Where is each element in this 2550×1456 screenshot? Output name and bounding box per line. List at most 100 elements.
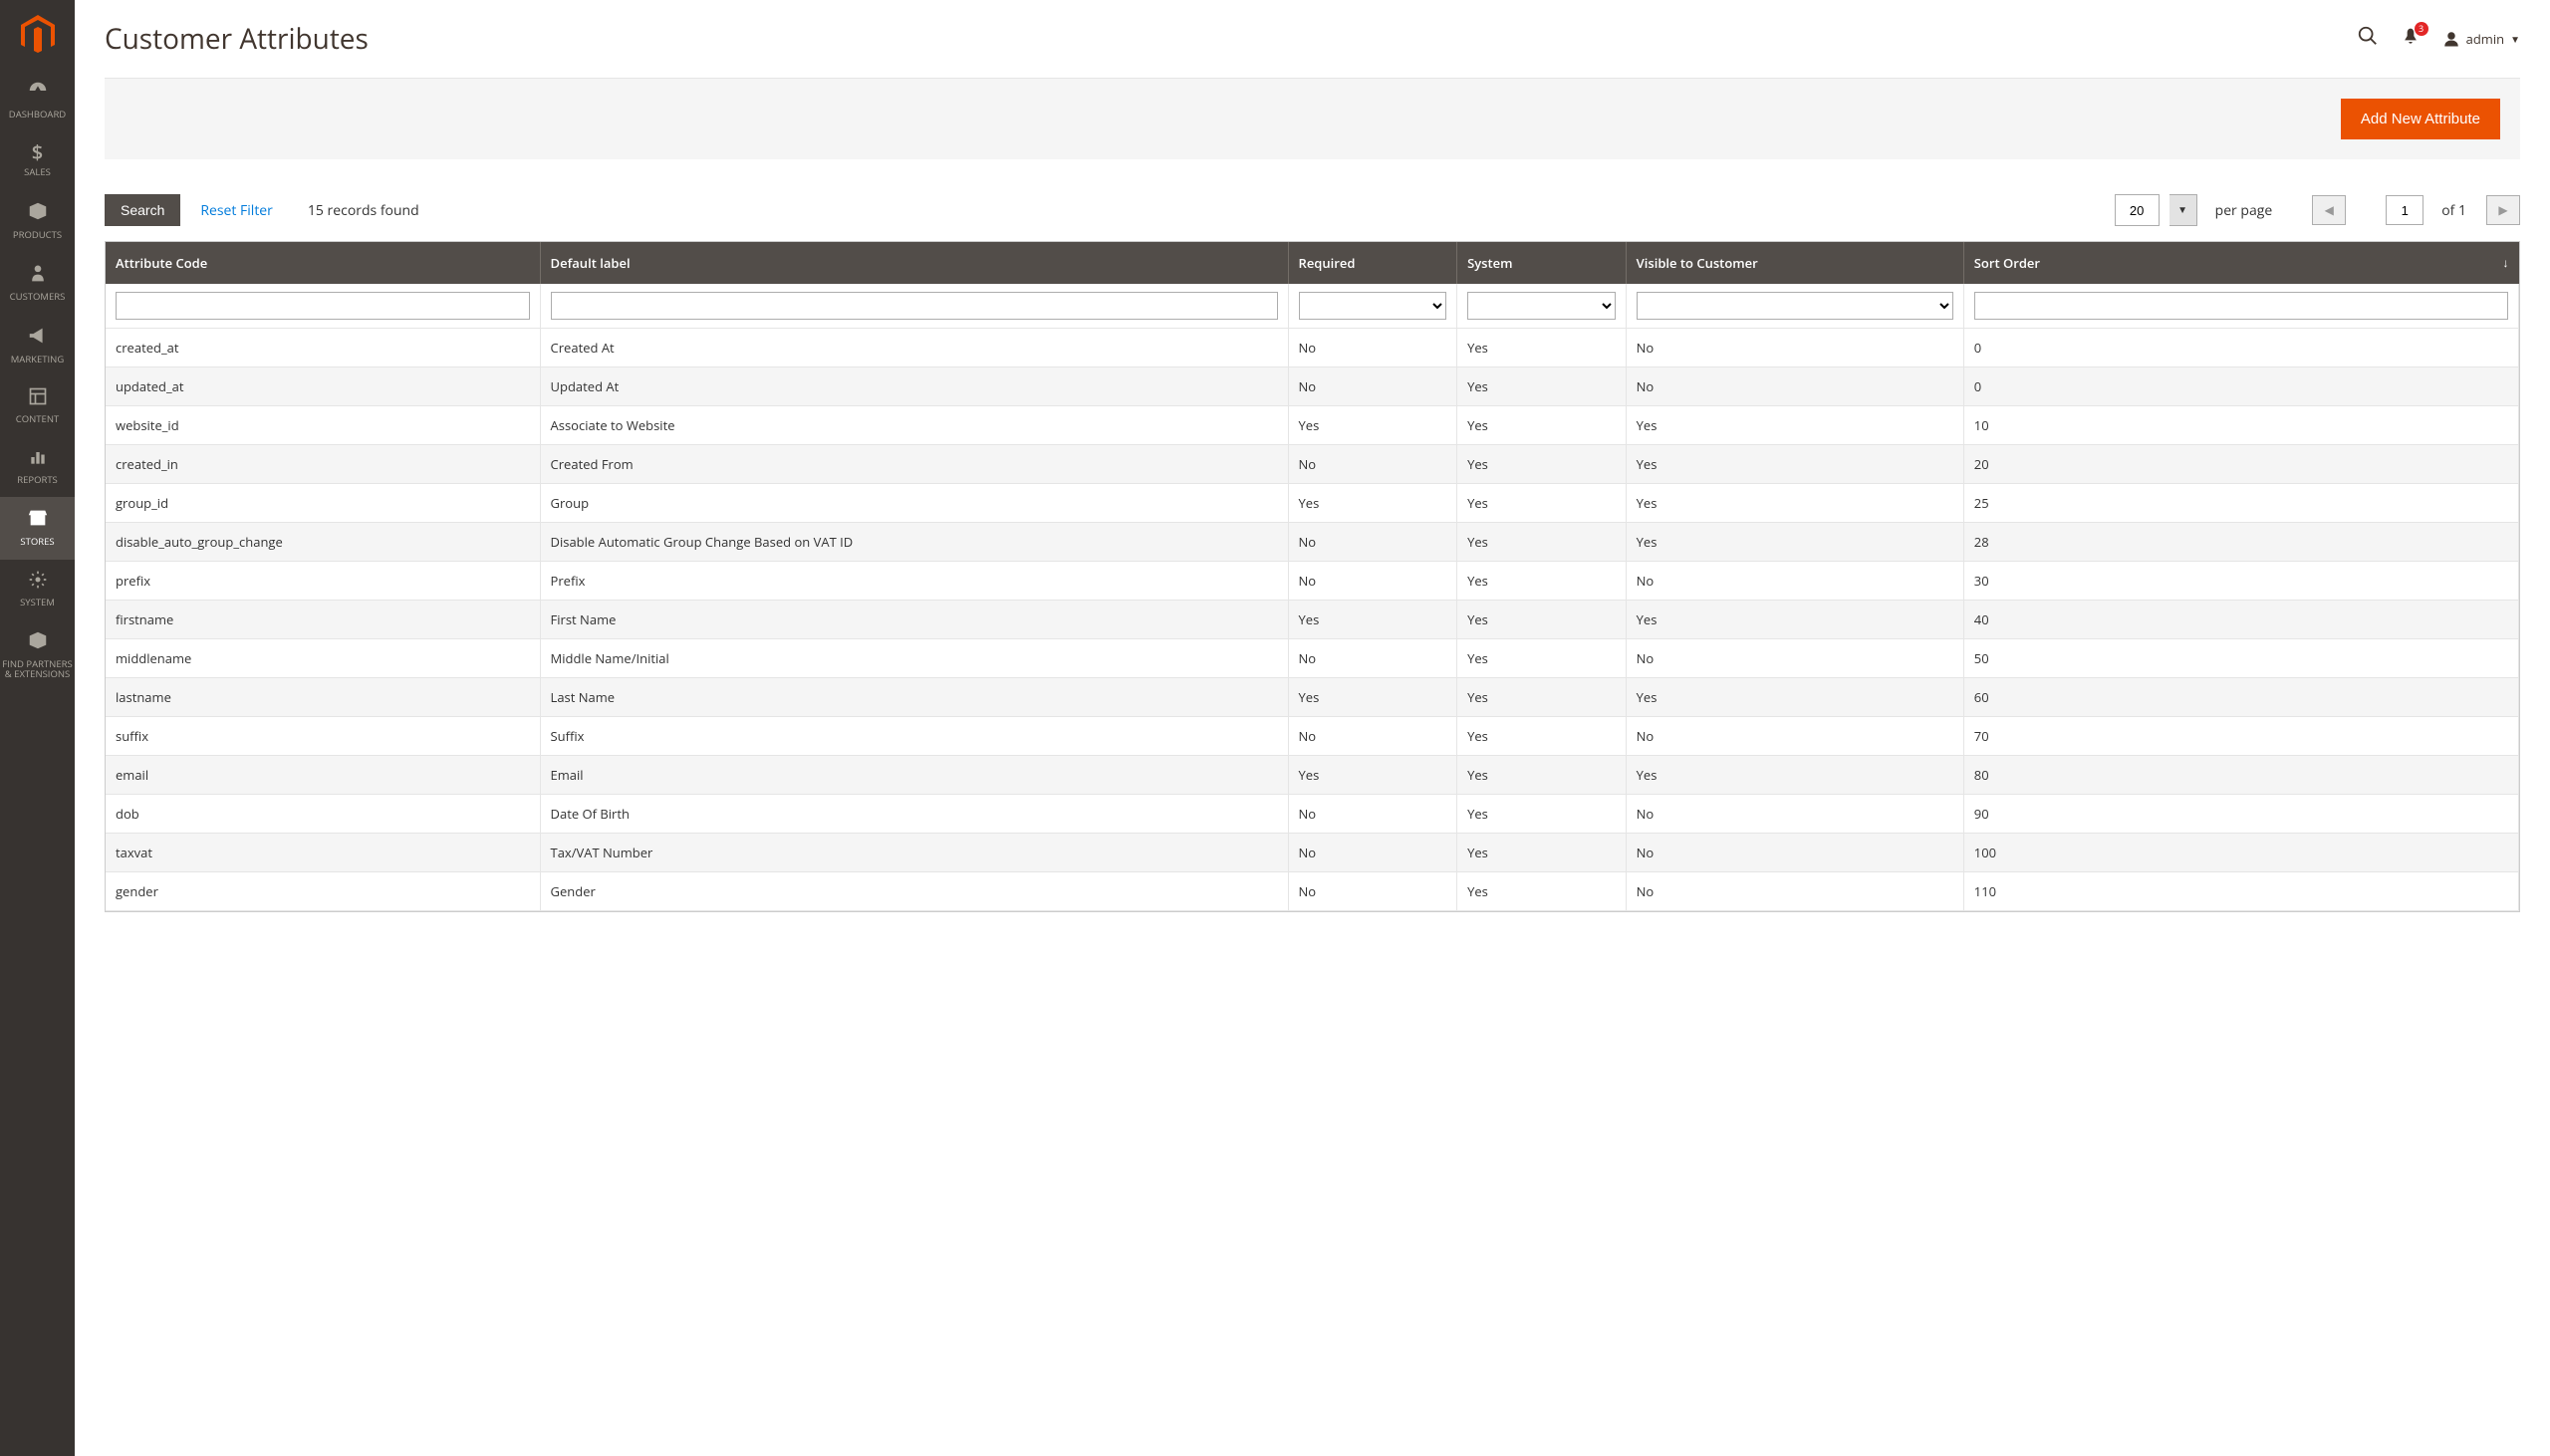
per-page-dropdown[interactable]: ▼: [2169, 194, 2197, 226]
nav-label: MARKETING: [11, 355, 64, 364]
cell-order: 30: [1963, 562, 2518, 601]
nav-item-marketing[interactable]: MARKETING: [0, 315, 75, 376]
cell-order: 50: [1963, 639, 2518, 678]
records-count: 15 records found: [308, 201, 419, 220]
cell-label: Created At: [540, 329, 1288, 367]
cell-req: Yes: [1288, 484, 1457, 523]
cell-vis: No: [1626, 562, 1963, 601]
table-row[interactable]: prefixPrefixNoYesNo30: [106, 562, 2519, 601]
table-row[interactable]: created_atCreated AtNoYesNo0: [106, 329, 2519, 367]
filter-system[interactable]: [1467, 292, 1616, 320]
cell-req: Yes: [1288, 406, 1457, 445]
nav-label: REPORTS: [17, 475, 58, 485]
cell-code: gender: [106, 872, 540, 911]
col-visible[interactable]: Visible to Customer: [1626, 242, 1963, 284]
cell-order: 0: [1963, 367, 2518, 406]
nav-item-customers[interactable]: CUSTOMERS: [0, 252, 75, 314]
search-button[interactable]: Search: [105, 194, 180, 226]
header-actions: 3 admin ▼: [2357, 25, 2520, 53]
grid-toolbar: Search Reset Filter 15 records found ▼ p…: [105, 194, 2520, 226]
per-page-input[interactable]: [2115, 194, 2160, 226]
col-required[interactable]: Required: [1288, 242, 1457, 284]
cell-order: 28: [1963, 523, 2518, 562]
cell-label: Last Name: [540, 678, 1288, 717]
table-row[interactable]: suffixSuffixNoYesNo70: [106, 717, 2519, 756]
table-row[interactable]: taxvatTax/VAT NumberNoYesNo100: [106, 834, 2519, 872]
attributes-grid: Attribute Code Default label Required Sy…: [105, 241, 2520, 912]
cell-req: No: [1288, 367, 1457, 406]
marketing-icon: [27, 325, 49, 351]
cell-sys: Yes: [1457, 562, 1627, 601]
sales-icon: $: [32, 141, 43, 163]
cell-vis: No: [1626, 834, 1963, 872]
nav-item-stores[interactable]: STORES: [0, 497, 75, 559]
cell-label: Prefix: [540, 562, 1288, 601]
nav-item-reports[interactable]: REPORTS: [0, 437, 75, 497]
cell-order: 100: [1963, 834, 2518, 872]
cell-req: Yes: [1288, 756, 1457, 795]
sort-asc-icon: ↓: [2503, 254, 2509, 271]
cell-vis: Yes: [1626, 406, 1963, 445]
reset-filter-link[interactable]: Reset Filter: [200, 201, 273, 220]
username-label: admin: [2466, 30, 2504, 48]
cell-req: No: [1288, 562, 1457, 601]
cell-req: No: [1288, 523, 1457, 562]
nav-item-products[interactable]: PRODUCTS: [0, 190, 75, 252]
table-row[interactable]: emailEmailYesYesYes80: [106, 756, 2519, 795]
cell-label: Suffix: [540, 717, 1288, 756]
notifications-icon[interactable]: 3: [2401, 26, 2421, 53]
next-page-button[interactable]: ▶: [2486, 195, 2520, 225]
cell-req: Yes: [1288, 678, 1457, 717]
page-number-input[interactable]: [2386, 195, 2423, 225]
col-system[interactable]: System: [1457, 242, 1627, 284]
filter-default-label[interactable]: [551, 292, 1278, 320]
col-default-label[interactable]: Default label: [540, 242, 1288, 284]
add-new-attribute-button[interactable]: Add New Attribute: [2341, 99, 2500, 139]
nav-item-sales[interactable]: $ SALES: [0, 131, 75, 189]
cell-vis: Yes: [1626, 484, 1963, 523]
table-row[interactable]: firstnameFirst NameYesYesYes40: [106, 601, 2519, 639]
cell-order: 90: [1963, 795, 2518, 834]
nav-label: STORES: [20, 537, 54, 547]
cell-sys: Yes: [1457, 523, 1627, 562]
user-menu[interactable]: admin ▼: [2442, 30, 2520, 48]
prev-page-button[interactable]: ◀: [2312, 195, 2346, 225]
cell-vis: No: [1626, 367, 1963, 406]
table-row[interactable]: lastnameLast NameYesYesYes60: [106, 678, 2519, 717]
cell-order: 10: [1963, 406, 2518, 445]
nav-item-dashboard[interactable]: DASHBOARD: [0, 70, 75, 131]
filter-sort-order[interactable]: [1974, 292, 2508, 320]
magento-logo[interactable]: [0, 0, 75, 70]
cell-label: Created From: [540, 445, 1288, 484]
nav-item-partners[interactable]: FIND PARTNERS & EXTENSIONS: [0, 619, 75, 692]
cell-sys: Yes: [1457, 484, 1627, 523]
cell-sys: Yes: [1457, 756, 1627, 795]
cell-sys: Yes: [1457, 406, 1627, 445]
table-row[interactable]: updated_atUpdated AtNoYesNo0: [106, 367, 2519, 406]
table-row[interactable]: disable_auto_group_changeDisable Automat…: [106, 523, 2519, 562]
nav-label: SALES: [24, 167, 51, 177]
cell-req: Yes: [1288, 601, 1457, 639]
cell-order: 80: [1963, 756, 2518, 795]
nav-item-system[interactable]: SYSTEM: [0, 560, 75, 619]
cell-label: Tax/VAT Number: [540, 834, 1288, 872]
filter-attribute-code[interactable]: [116, 292, 530, 320]
table-row[interactable]: middlenameMiddle Name/InitialNoYesNo50: [106, 639, 2519, 678]
table-row[interactable]: website_idAssociate to WebsiteYesYesYes1…: [106, 406, 2519, 445]
table-row[interactable]: created_inCreated FromNoYesYes20: [106, 445, 2519, 484]
cell-vis: Yes: [1626, 601, 1963, 639]
filter-required[interactable]: [1299, 292, 1447, 320]
cell-code: lastname: [106, 678, 540, 717]
col-attribute-code[interactable]: Attribute Code: [106, 242, 540, 284]
col-sort-order[interactable]: Sort Order↓: [1963, 242, 2518, 284]
search-icon[interactable]: [2357, 25, 2379, 53]
filter-visible[interactable]: [1637, 292, 1953, 320]
table-row[interactable]: genderGenderNoYesNo110: [106, 872, 2519, 911]
table-row[interactable]: group_idGroupYesYesYes25: [106, 484, 2519, 523]
cell-sys: Yes: [1457, 445, 1627, 484]
table-row[interactable]: dobDate Of BirthNoYesNo90: [106, 795, 2519, 834]
dashboard-icon: [27, 80, 49, 106]
cell-vis: No: [1626, 329, 1963, 367]
nav-item-content[interactable]: CONTENT: [0, 376, 75, 436]
grid-header-row: Attribute Code Default label Required Sy…: [106, 242, 2519, 284]
